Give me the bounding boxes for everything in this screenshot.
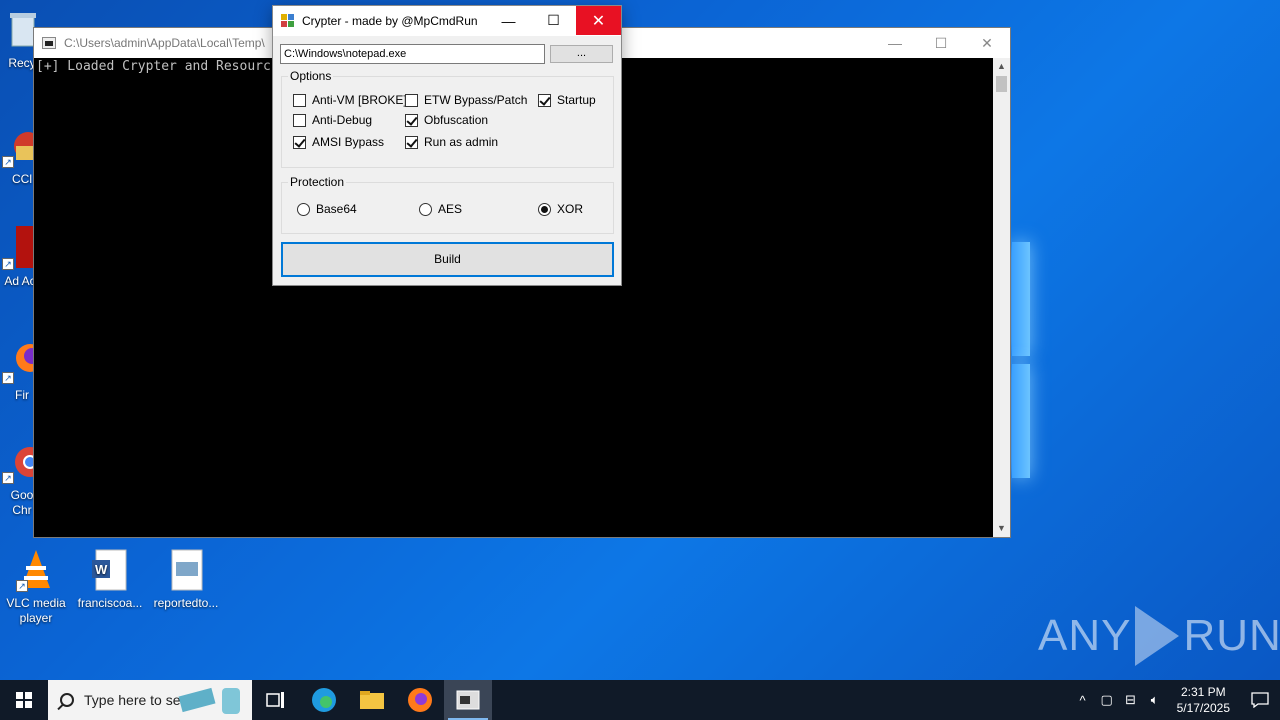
console-title: C:\Users\admin\AppData\Local\Temp\ bbox=[64, 36, 265, 50]
close-icon[interactable]: ✕ bbox=[576, 6, 621, 35]
checkbox-obfuscation[interactable]: Obfuscation bbox=[405, 113, 488, 127]
taskbar-clock[interactable]: 2:31 PM 5/17/2025 bbox=[1167, 684, 1240, 716]
console-scrollbar[interactable]: ▲ ▼ bbox=[993, 58, 1010, 537]
checkbox-run-as-admin[interactable]: Run as admin bbox=[405, 135, 498, 149]
checkbox-amsi-bypass[interactable]: AMSI Bypass bbox=[293, 135, 384, 149]
windows-logo-wallpaper bbox=[1012, 242, 1030, 478]
radio-aes[interactable]: AES bbox=[419, 202, 462, 216]
console-app-icon bbox=[456, 690, 480, 710]
checkbox-box[interactable] bbox=[293, 93, 306, 107]
protection-title: Protection bbox=[288, 175, 347, 189]
play-icon bbox=[1135, 606, 1180, 666]
minimize-icon[interactable]: — bbox=[872, 28, 918, 58]
checkbox-box-checked[interactable] bbox=[538, 93, 551, 107]
search-icon bbox=[60, 693, 74, 707]
search-highlight-icon bbox=[178, 687, 240, 714]
notification-icon bbox=[1251, 692, 1269, 708]
protection-group: Protection Base64 AES XOR bbox=[281, 175, 614, 234]
windows-start-icon bbox=[16, 692, 32, 708]
volume-icon[interactable]: 🔈︎ bbox=[1143, 692, 1167, 708]
radio-circle[interactable] bbox=[419, 202, 432, 216]
console-icon bbox=[42, 37, 56, 49]
checkbox-box-checked[interactable] bbox=[405, 113, 418, 127]
browse-button[interactable]: ... bbox=[550, 45, 613, 63]
maximize-icon[interactable]: ☐ bbox=[531, 6, 576, 35]
task-view-button[interactable] bbox=[252, 680, 300, 720]
options-group: Options Anti-VM [BROKE] ETW Bypass/Patch… bbox=[281, 69, 614, 168]
chevron-up-icon[interactable]: ^ bbox=[1071, 693, 1095, 708]
checkbox-box[interactable] bbox=[405, 93, 418, 107]
radio-base64[interactable]: Base64 bbox=[297, 202, 357, 216]
maximize-icon[interactable]: ☐ bbox=[918, 28, 964, 58]
scroll-up-icon[interactable]: ▲ bbox=[993, 58, 1010, 75]
folder-icon bbox=[360, 691, 384, 709]
options-title: Options bbox=[288, 69, 334, 83]
radio-circle-selected[interactable] bbox=[538, 202, 551, 216]
taskbar: Type here to search ^ ▢ ⊟ 🔈︎ 2:31 PM 5/1… bbox=[0, 680, 1280, 720]
clock-date: 5/17/2025 bbox=[1176, 701, 1230, 715]
dialog-title: Crypter - made by @MpCmdRun bbox=[302, 14, 478, 28]
word-doc-icon: W bbox=[90, 548, 130, 592]
radio-circle[interactable] bbox=[297, 202, 310, 216]
build-button[interactable]: Build bbox=[281, 242, 614, 277]
desktop-icon-word-document[interactable]: W franciscoa... bbox=[74, 548, 146, 611]
crypter-taskbar-button[interactable] bbox=[444, 680, 492, 720]
clock-time: 2:31 PM bbox=[1180, 685, 1226, 699]
crypter-dialog[interactable]: Crypter - made by @MpCmdRun — ☐ ✕ ... Op… bbox=[272, 5, 622, 286]
minimize-icon[interactable]: — bbox=[486, 6, 531, 35]
notifications-button[interactable] bbox=[1240, 680, 1280, 720]
system-tray: ^ ▢ ⊟ 🔈︎ 2:31 PM 5/17/2025 bbox=[1071, 680, 1280, 720]
file-path-input[interactable] bbox=[280, 44, 545, 64]
device-icon[interactable]: ▢ bbox=[1095, 692, 1119, 708]
scroll-thumb[interactable] bbox=[996, 76, 1007, 92]
checkbox-box-checked[interactable] bbox=[405, 135, 418, 149]
crypter-app-icon bbox=[281, 14, 295, 28]
desktop-icon-image-file[interactable]: reportedto... bbox=[150, 548, 222, 611]
checkbox-anti-debug[interactable]: Anti-Debug bbox=[293, 113, 372, 127]
taskbar-search-box[interactable]: Type here to search bbox=[48, 680, 252, 720]
checkbox-box[interactable] bbox=[293, 113, 306, 127]
task-view-icon bbox=[266, 692, 284, 708]
edge-icon bbox=[312, 688, 336, 712]
start-button[interactable] bbox=[0, 680, 48, 720]
file-explorer-taskbar-button[interactable] bbox=[348, 680, 396, 720]
checkbox-anti-vm[interactable]: Anti-VM [BROKE] bbox=[293, 93, 407, 107]
radio-xor[interactable]: XOR bbox=[538, 202, 583, 216]
vlc-icon: ↗ bbox=[16, 548, 56, 592]
image-file-icon bbox=[166, 548, 206, 592]
desktop-icon-vlc[interactable]: ↗ VLC media player bbox=[0, 548, 72, 626]
firefox-taskbar-button[interactable] bbox=[396, 680, 444, 720]
checkbox-etw-bypass[interactable]: ETW Bypass/Patch bbox=[405, 93, 527, 107]
checkbox-startup[interactable]: Startup bbox=[538, 93, 596, 107]
close-icon[interactable]: ✕ bbox=[964, 28, 1010, 58]
network-icon[interactable]: ⊟ bbox=[1119, 692, 1143, 708]
scroll-down-icon[interactable]: ▼ bbox=[993, 520, 1010, 537]
firefox-icon bbox=[408, 688, 432, 712]
anyrun-watermark: ANY RUN bbox=[1038, 606, 1280, 666]
edge-taskbar-button[interactable] bbox=[300, 680, 348, 720]
checkbox-box-checked[interactable] bbox=[293, 135, 306, 149]
svg-text:W: W bbox=[95, 562, 108, 577]
